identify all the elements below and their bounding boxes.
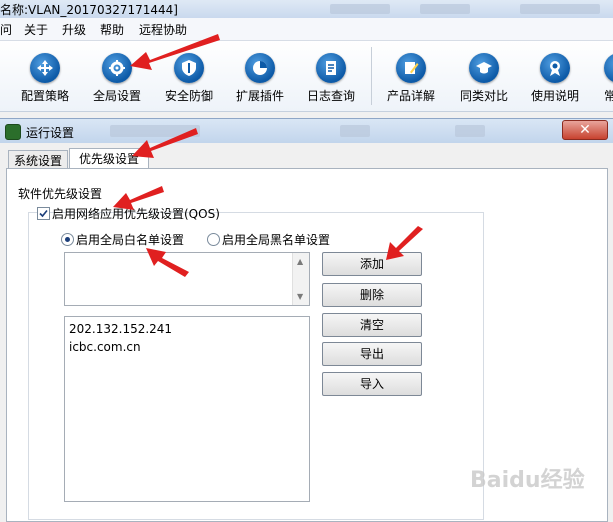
annotation-arrow <box>146 248 189 277</box>
annotation-arrow <box>132 128 198 158</box>
annotation-arrows <box>113 34 423 277</box>
annotation-arrow <box>130 34 220 70</box>
annotation-arrow <box>386 226 423 260</box>
annotation-arrow <box>113 186 164 210</box>
